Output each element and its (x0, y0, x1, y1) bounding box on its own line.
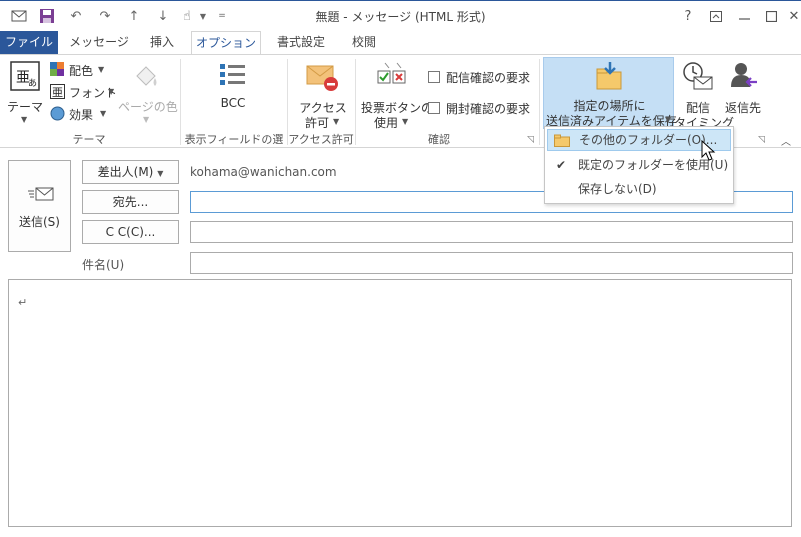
font-icon: 亜 (50, 84, 65, 99)
send-icon (28, 187, 54, 201)
tab-options[interactable]: オプション (191, 31, 261, 56)
help-button[interactable]: ? (674, 4, 702, 28)
from-label: 差出人(M) (97, 165, 154, 179)
collapse-ribbon-icon[interactable]: ︿ (781, 133, 791, 148)
chevron-down-icon: ▼ (402, 117, 409, 126)
effects-icon (50, 106, 65, 121)
direct-replies-button[interactable]: 返信先 (722, 59, 764, 115)
tab-file[interactable]: ファイル (0, 31, 58, 55)
minimize-icon[interactable] (730, 4, 758, 28)
tab-message[interactable]: メッセージ (66, 31, 132, 55)
from-value: kohama@wanichan.com (190, 165, 337, 179)
theme-group-label: テーマ (72, 133, 106, 146)
save-sent-items-button[interactable]: 指定の場所に 送信済みアイテムを保存 ▼ (543, 57, 677, 129)
theme-icon: 亜 あ (10, 61, 40, 91)
chevron-down-icon: ▼ (665, 115, 672, 124)
voting-buttons-button[interactable]: 投票ボタンの 使用 ▼ (359, 59, 433, 130)
chevron-down-icon: ▼ (100, 109, 107, 118)
title-bar: ↶ ↷ ↑ ↓ ☝ ▼ = 無題 - メッセージ (HTML 形式) ? ✕ (0, 0, 801, 31)
ribbon-tabs: ファイル メッセージ 挿入 オプション 書式設定 校閲 (0, 31, 801, 56)
to-button[interactable]: 宛先... (82, 190, 179, 214)
tracking-group-label: 確認 (428, 133, 450, 146)
chevron-down-icon: ▼ (143, 115, 150, 124)
folder-icon (554, 134, 570, 147)
colors-label: 配色 (69, 64, 94, 78)
fonts-button[interactable]: 亜 フォント ▼ (49, 83, 117, 101)
delivery-receipt-checkbox[interactable] (428, 71, 440, 83)
reply-to-person-icon (731, 63, 757, 87)
svg-text:亜: 亜 (52, 86, 63, 99)
theme-label: テーマ (6, 100, 43, 114)
paragraph-mark: ↵ (18, 296, 28, 309)
menu-item-label: 保存しない(D) (578, 182, 657, 196)
delay-delivery-button[interactable]: 配信 タイミング (674, 59, 734, 130)
menu-item-label: その他のフォルダー(O)... (579, 133, 718, 147)
tab-format[interactable]: 書式設定 (268, 31, 334, 55)
chevron-down-icon: ▼ (333, 117, 340, 126)
close-icon[interactable]: ✕ (780, 4, 801, 28)
chevron-down-icon: ▼ (108, 87, 115, 96)
clock-envelope-icon (683, 62, 713, 90)
permission-label-2: 許可 (305, 116, 330, 130)
chevron-down-icon: ▼ (157, 169, 164, 178)
menu-item-do-not-save[interactable]: 保存しない(D) (547, 178, 731, 200)
voting-icon (377, 62, 406, 84)
message-body[interactable]: ↵ (8, 279, 792, 527)
dialog-launcher-icon[interactable]: ◹ (527, 135, 534, 145)
read-receipt-label: 開封確認の要求 (446, 102, 531, 116)
cc-field[interactable] (190, 221, 793, 243)
mouse-cursor-icon (701, 140, 716, 161)
tab-review[interactable]: 校閲 (342, 31, 386, 55)
subject-field[interactable] (190, 252, 793, 274)
effects-button[interactable]: 効果 ▼ (49, 105, 111, 123)
page-color-label: ページの色 (118, 100, 178, 114)
bcc-icon (220, 64, 245, 85)
bcc-label: BCC (220, 96, 246, 110)
read-receipt-checkbox[interactable] (428, 102, 440, 114)
permission-button[interactable]: アクセス 許可 ▼ (296, 59, 350, 130)
checkmark-icon: ✔ (556, 158, 567, 172)
divider (180, 59, 181, 145)
page-color-button[interactable]: ページの色 ▼ (118, 59, 178, 125)
send-label: 送信(S) (19, 215, 60, 229)
send-button[interactable]: 送信(S) (8, 160, 71, 252)
tab-insert[interactable]: 挿入 (140, 31, 184, 55)
paint-bucket-icon (136, 66, 157, 86)
delivery-receipt-label: 配信確認の要求 (446, 71, 531, 85)
dialog-launcher-icon[interactable]: ◹ (758, 135, 765, 145)
palette-icon (50, 62, 64, 76)
chevron-down-icon: ▼ (98, 65, 105, 74)
reply-label: 返信先 (724, 101, 761, 115)
divider (539, 59, 540, 145)
colors-button[interactable]: 配色 ▼ (49, 61, 109, 79)
permission-group-label: アクセス許可 (288, 133, 354, 146)
vote-label-2: 使用 (374, 116, 399, 130)
subject-label: 件名(U) (82, 258, 125, 272)
bcc-button[interactable]: BCC (208, 59, 258, 110)
chevron-down-icon: ▼ (21, 115, 28, 124)
save-sent-items-menu: その他のフォルダー(O)... ✔ 既定のフォルダーを使用(U) 保存しない(D… (544, 126, 734, 204)
cc-button[interactable]: C C(C)... (82, 220, 179, 244)
theme-button[interactable]: 亜 あ テーマ ▼ (6, 59, 44, 125)
restricted-envelope-icon (306, 65, 338, 91)
svg-text:あ: あ (28, 78, 37, 89)
effects-label: 効果 (69, 108, 94, 122)
ribbon-display-icon[interactable] (702, 4, 730, 28)
folder-save-icon (596, 62, 622, 90)
from-button[interactable]: 差出人(M) ▼ (82, 160, 179, 184)
